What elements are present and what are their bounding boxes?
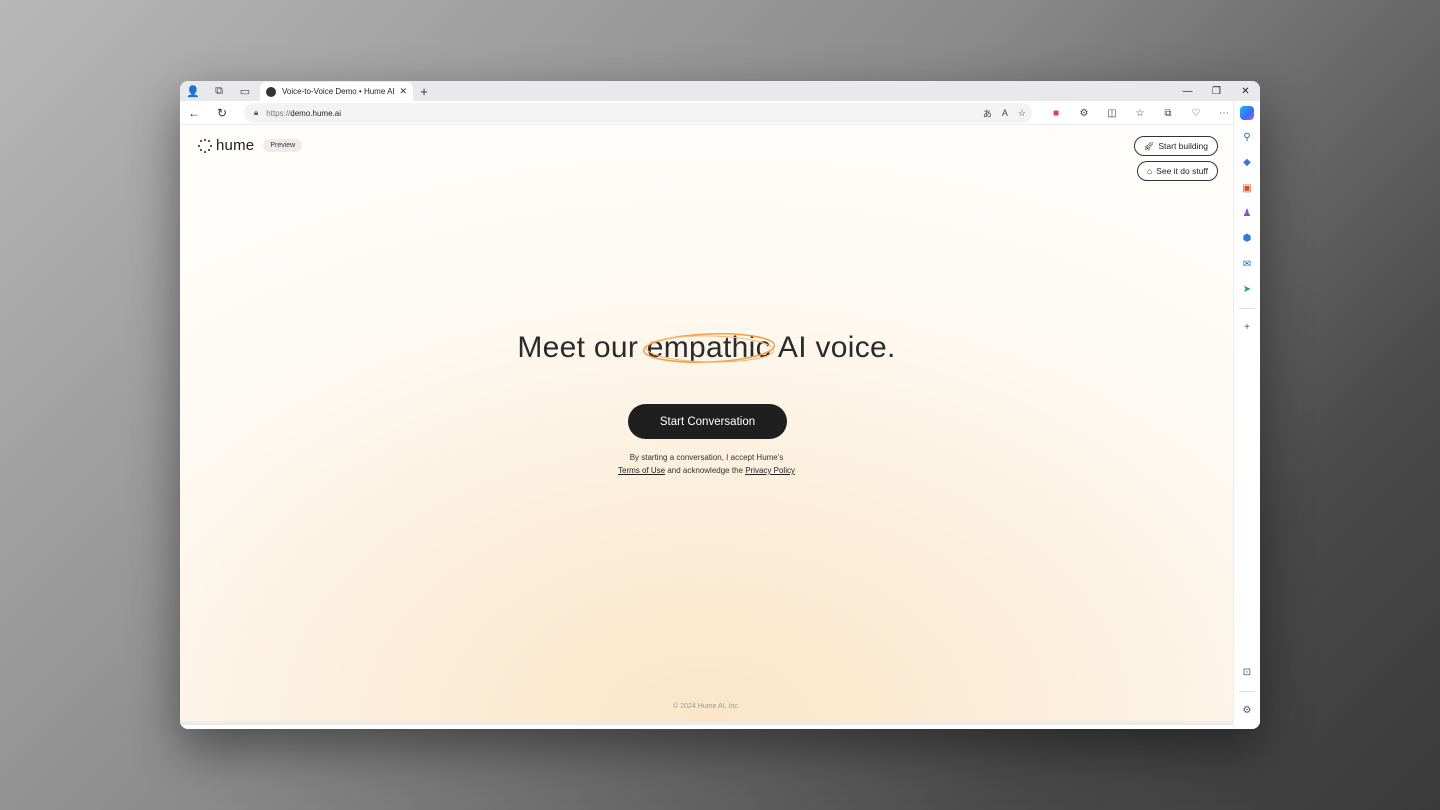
page-viewport: hume Preview 🚀︎ Start building ⌂ See it …: [180, 125, 1233, 725]
search-icon[interactable]: ⚲: [1234, 125, 1261, 150]
hume-logo[interactable]: hume Preview: [198, 137, 303, 154]
close-tab-icon[interactable]: ✕: [399, 86, 407, 97]
window-controls: — ❐ ✕: [1173, 81, 1260, 101]
see-it-do-stuff-button[interactable]: ⌂ See it do stuff: [1137, 161, 1218, 181]
start-building-label: Start building: [1158, 141, 1208, 151]
url-protocol: https://: [266, 108, 291, 118]
legal-mid-text: and acknowledge the: [665, 466, 746, 475]
new-tab-button[interactable]: +: [416, 81, 432, 101]
games-icon[interactable]: ♟: [1234, 201, 1261, 226]
translate-icon[interactable]: あ: [983, 107, 992, 120]
globe-icon: [266, 86, 276, 97]
drop-icon[interactable]: ➤: [1234, 277, 1261, 302]
refresh-icon[interactable]: ↻: [208, 101, 236, 125]
read-aloud-icon[interactable]: A: [1002, 108, 1008, 118]
favorite-star-icon[interactable]: ☆: [1018, 108, 1026, 119]
favorites-icon[interactable]: ☆: [1126, 101, 1154, 125]
screenshot-icon[interactable]: ⊡: [1234, 659, 1261, 684]
page-headline: Meet our empathic AI voice.: [180, 331, 1233, 365]
legal-line-1: By starting a conversation, I accept Hum…: [629, 453, 784, 462]
back-icon[interactable]: ←: [180, 101, 208, 125]
close-window-button[interactable]: ✕: [1231, 81, 1260, 101]
address-bar-icons: あ A ☆: [983, 103, 1026, 123]
collections-icon[interactable]: ⧉: [1154, 101, 1182, 125]
tab-strip: 👤 ⧉ ▭ Voice-to-Voice Demo • Hume AI ✕ + …: [180, 81, 1260, 101]
tab-actions-icon[interactable]: ▭: [232, 81, 258, 101]
rocket-icon: 🚀︎: [1143, 140, 1155, 151]
start-conversation-button[interactable]: Start Conversation: [628, 404, 787, 439]
restore-button[interactable]: ❐: [1202, 81, 1231, 101]
workspaces-icon[interactable]: ⧉: [206, 81, 232, 101]
terms-of-use-link[interactable]: Terms of Use: [618, 466, 665, 475]
minimize-button[interactable]: —: [1173, 81, 1202, 101]
toolbar-icons: ■ ⚙ ◫ ☆ ⧉ ♡ ⋯: [1042, 101, 1238, 125]
scribble-circle-icon: [642, 332, 775, 364]
legal-notice: By starting a conversation, I accept Hum…: [180, 451, 1233, 477]
horizontal-scrollbar[interactable]: [180, 721, 1233, 725]
tools-briefcase-icon[interactable]: ▣: [1234, 176, 1261, 201]
copilot-icon[interactable]: [1240, 106, 1254, 120]
extensions-puzzle-icon[interactable]: ⚙: [1070, 101, 1098, 125]
preview-badge: Preview: [263, 139, 303, 152]
shopping-tag-icon[interactable]: ◆: [1234, 150, 1261, 175]
edge-sidebar: ⚲ ◆ ▣ ♟ ⬢ ✉ ➤ + ⊡ ⚙: [1233, 101, 1260, 729]
hume-logo-icon: [198, 138, 212, 153]
headline-emphasis: empathic: [642, 331, 775, 365]
url-host: demo.hume.ai: [290, 108, 341, 118]
split-screen-icon[interactable]: ◫: [1098, 101, 1126, 125]
navigation-bar: ← ↻ 🔒︎ https:// demo.hume.ai あ A ☆ ■ ⚙ ◫…: [180, 101, 1260, 125]
logo-text: hume: [216, 137, 255, 154]
privacy-policy-link[interactable]: Privacy Policy: [745, 466, 795, 475]
sidebar-bottom: ⊡ ⚙: [1234, 659, 1261, 723]
add-icon[interactable]: +: [1234, 315, 1261, 340]
page-footer: © 2024 Hume AI, Inc.: [673, 703, 740, 710]
sidebar-divider: [1239, 308, 1255, 310]
headline-end: AI voice.: [770, 331, 896, 364]
microsoft-365-icon[interactable]: ⬢: [1234, 226, 1261, 251]
sidebar-divider-bottom: [1239, 690, 1255, 692]
robot-icon: ⌂: [1147, 166, 1153, 176]
profile-icon[interactable]: 👤: [180, 81, 206, 101]
extension-icon[interactable]: ■: [1042, 101, 1070, 125]
tab-title: Voice-to-Voice Demo • Hume AI: [282, 87, 395, 96]
address-bar[interactable]: 🔒︎ https:// demo.hume.ai あ A ☆: [244, 103, 1032, 123]
start-building-button[interactable]: 🚀︎ Start building: [1133, 136, 1218, 156]
browser-window: 👤 ⧉ ▭ Voice-to-Voice Demo • Hume AI ✕ + …: [180, 81, 1260, 729]
settings-gear-icon[interactable]: ⚙: [1234, 698, 1261, 723]
outlook-icon[interactable]: ✉: [1234, 251, 1261, 276]
browser-essentials-icon[interactable]: ♡: [1182, 101, 1210, 125]
legal-line-2: Terms of Use and acknowledge the Privacy…: [180, 464, 1233, 477]
lock-icon[interactable]: 🔒︎: [254, 108, 258, 118]
tab-active[interactable]: Voice-to-Voice Demo • Hume AI ✕: [260, 82, 413, 101]
see-it-do-stuff-label: See it do stuff: [1156, 166, 1208, 176]
headline-start: Meet our: [517, 331, 647, 364]
